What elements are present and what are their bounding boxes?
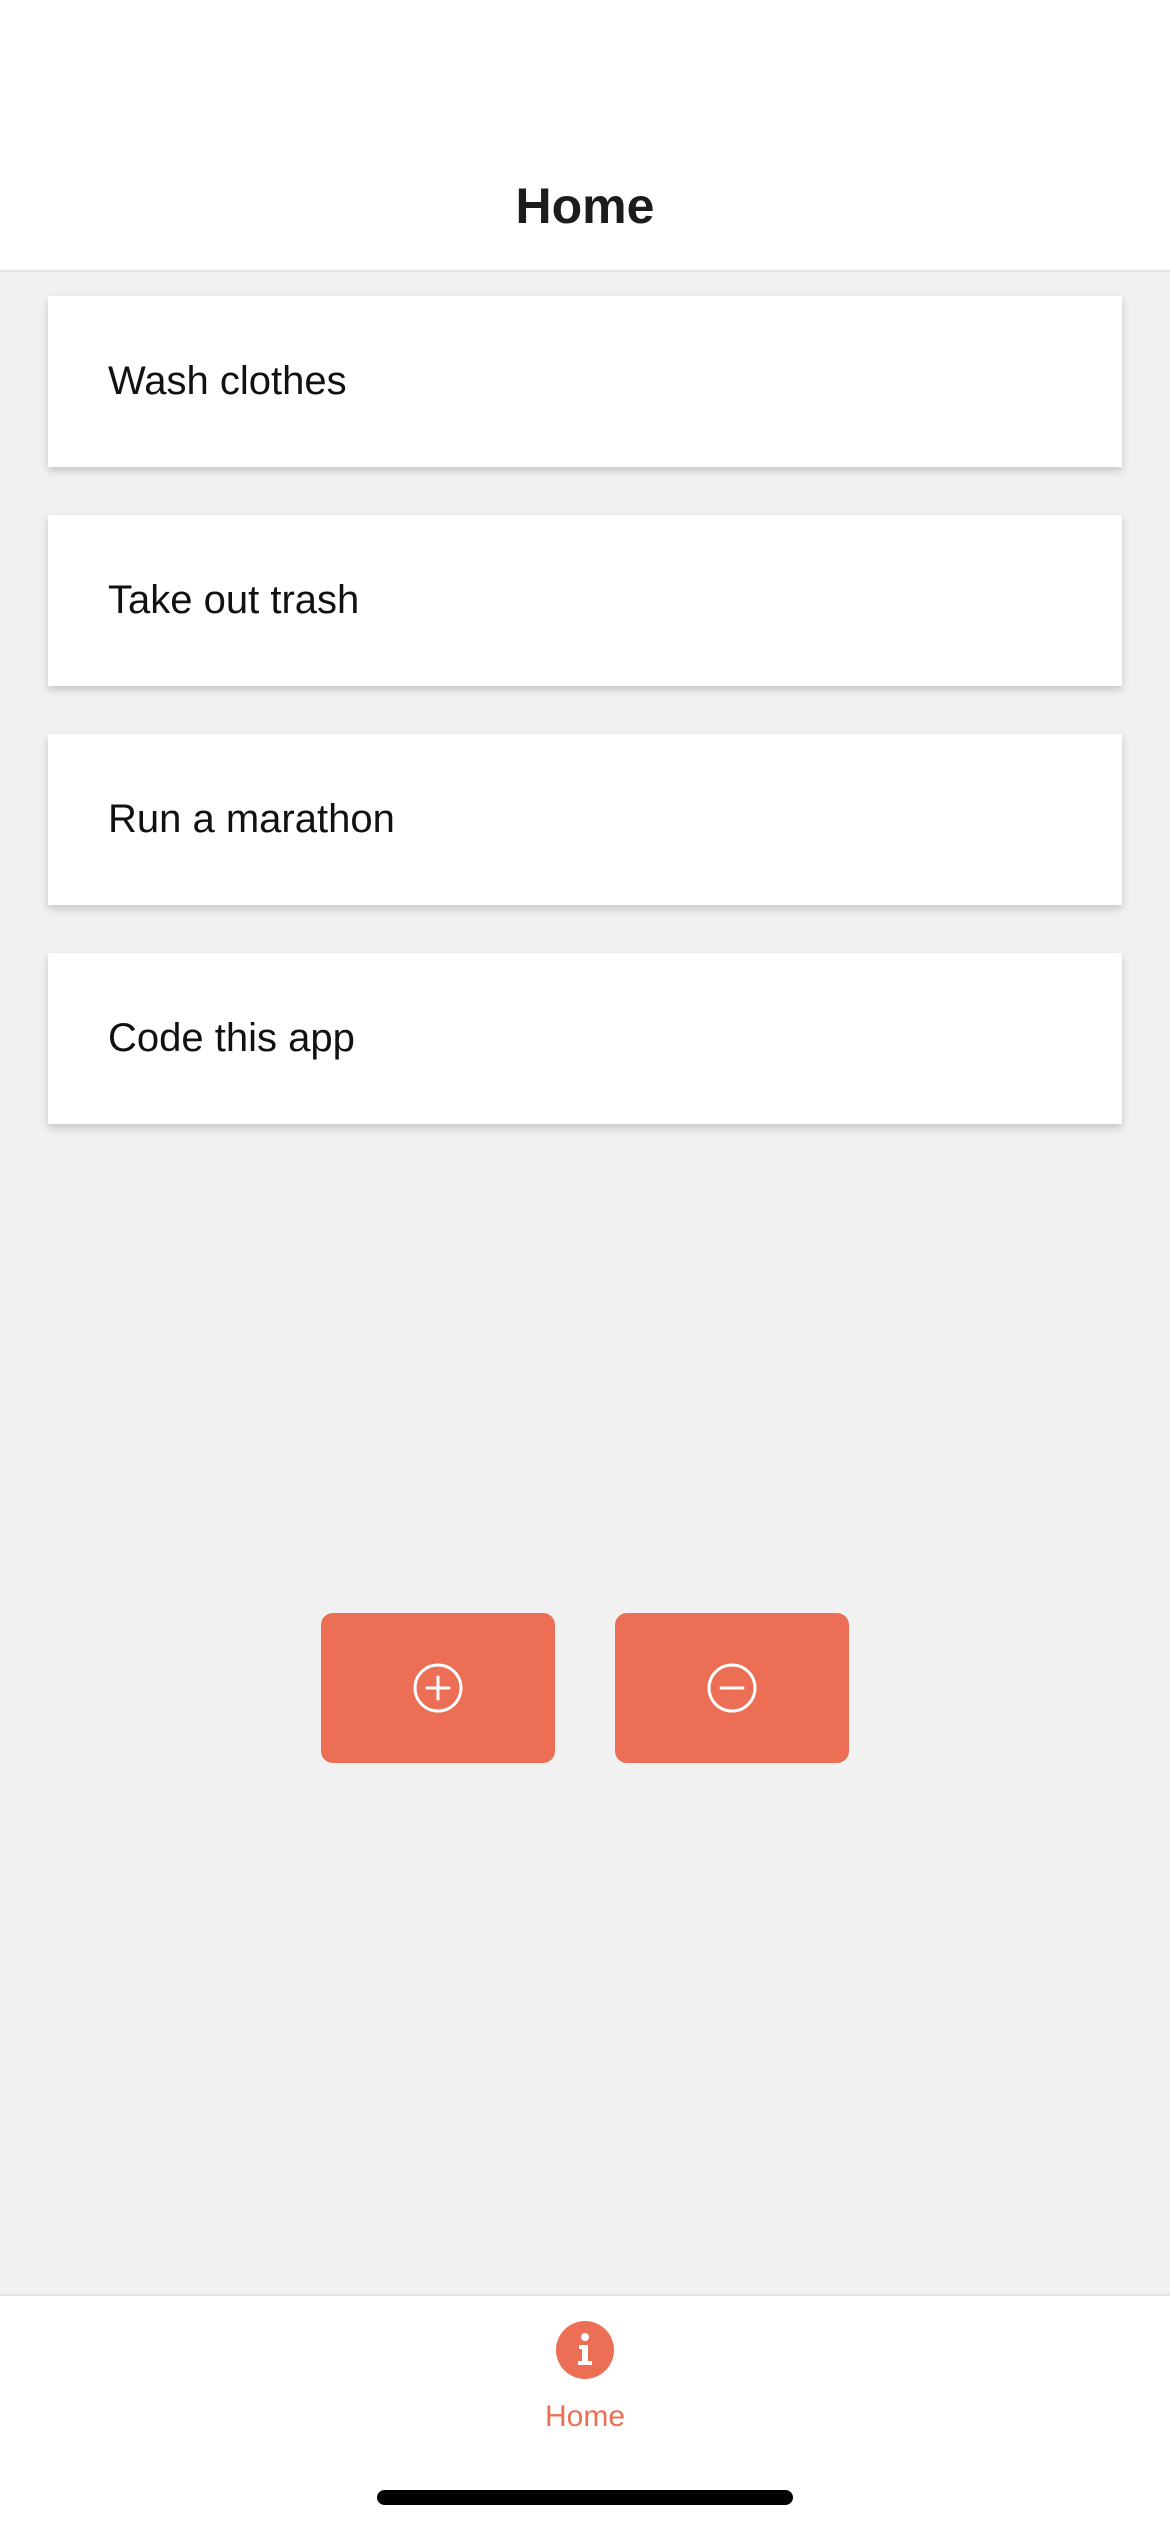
page-title: Home (515, 178, 655, 234)
navigation-header: Home (0, 0, 1170, 272)
remove-task-button[interactable] (615, 1613, 849, 1763)
list-item[interactable]: Wash clothes (48, 296, 1122, 467)
task-list: Wash clothes Take out trash Run a marath… (48, 296, 1122, 1172)
task-label: Wash clothes (108, 359, 347, 403)
info-icon (556, 2321, 614, 2379)
list-item[interactable]: Run a marathon (48, 734, 1122, 905)
list-item[interactable]: Code this app (48, 953, 1122, 1124)
task-label: Take out trash (108, 578, 360, 622)
task-label: Run a marathon (108, 797, 395, 841)
add-task-button[interactable] (321, 1613, 555, 1763)
plus-circle-icon (413, 1663, 463, 1713)
tab-home-label: Home (544, 2400, 626, 2433)
minus-circle-icon (707, 1663, 757, 1713)
home-indicator (377, 2490, 793, 2505)
task-label: Code this app (108, 1016, 355, 1060)
tab-home[interactable]: Home (485, 2316, 685, 2456)
list-item[interactable]: Take out trash (48, 515, 1122, 686)
